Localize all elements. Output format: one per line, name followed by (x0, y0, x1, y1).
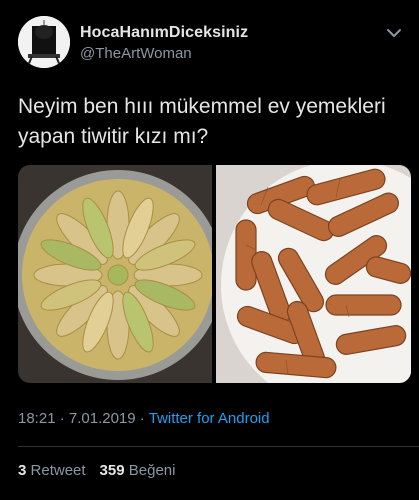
likes-count: 359 (99, 462, 125, 479)
tweet-header: HocaHanımDiceksiniz @TheArtWoman (18, 16, 403, 68)
tweet-media[interactable] (18, 165, 411, 383)
user-names: HocaHanımDiceksiniz @TheArtWoman (80, 24, 248, 62)
tweet-text: Neyim ben hııı mükemmel ev yemekleri yap… (18, 95, 386, 148)
likes-label: Beğeni (128, 462, 176, 479)
likes-stat[interactable]: 359 Beğeni (100, 462, 176, 479)
tweet-date: 7.01.2019 (68, 410, 136, 427)
divider (18, 446, 419, 447)
meta-separator: · (59, 410, 65, 427)
chevron-down-icon[interactable] (385, 24, 403, 42)
tweet-meta: 18:21 · 7.01.2019 · Twitter for Android (18, 410, 270, 427)
retweets-stat[interactable]: 3 Retweet (18, 462, 86, 479)
meta-separator: · (139, 410, 145, 427)
avatar[interactable] (18, 16, 70, 68)
display-name[interactable]: HocaHanımDiceksiniz (80, 24, 248, 42)
photo-sarma-pot[interactable] (18, 165, 223, 383)
tweet-time: 18:21 (18, 410, 56, 427)
tweet-stats: 3 Retweet 359 Beğeni (18, 462, 175, 479)
user-handle[interactable]: @TheArtWoman (80, 45, 248, 62)
retweets-label: Retweet (30, 462, 86, 479)
source-app-link[interactable]: Twitter for Android (149, 410, 270, 427)
retweets-count: 3 (18, 462, 27, 479)
photo-sarma-plate[interactable] (216, 165, 411, 383)
